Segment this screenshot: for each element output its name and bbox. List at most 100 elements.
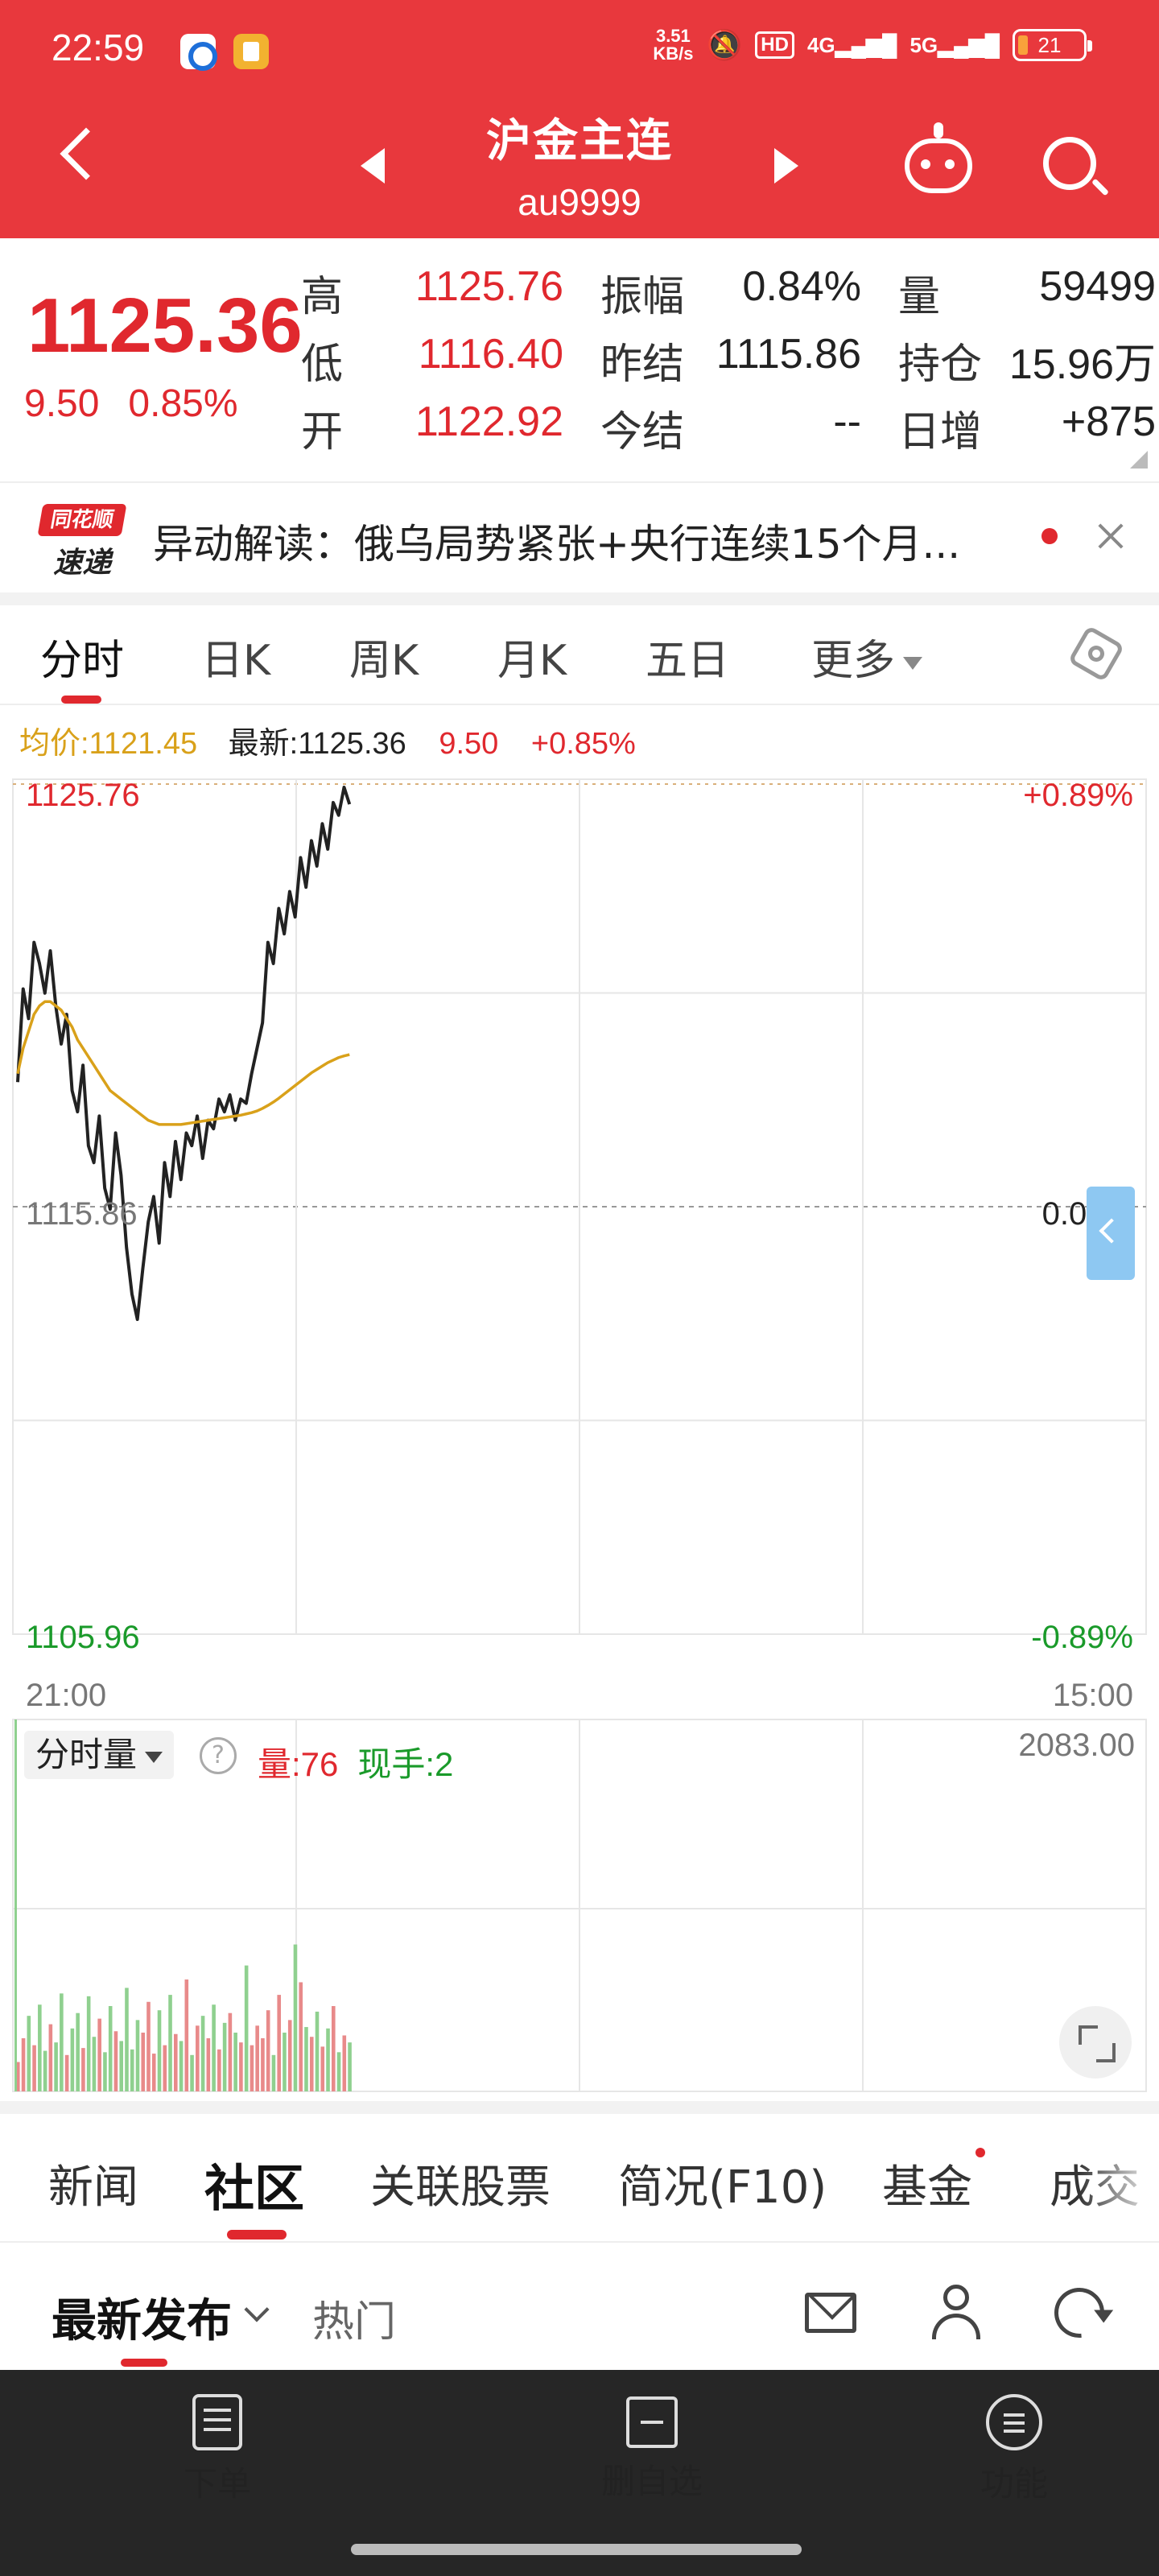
search-icon[interactable] [1043, 137, 1096, 190]
time-start: 21:00 [26, 1678, 107, 1713]
status-time: 22:59 [52, 27, 145, 68]
axis-mid-price: 1115.86 [26, 1196, 138, 1232]
tab-community[interactable]: 社区 [204, 2148, 304, 2220]
volume-bar [196, 2025, 200, 2091]
sub-tab-latest[interactable]: 最新发布 [52, 2285, 232, 2350]
volume-bar [179, 2041, 184, 2091]
low-value: 1116.40 [418, 331, 563, 378]
volume-bar [81, 2048, 85, 2091]
order-button[interactable]: 下单 [137, 2394, 298, 2506]
net-speed-unit: KB/s [653, 43, 694, 64]
signal-icon: ▂▄▆█ [835, 32, 897, 57]
price-lines [16, 786, 352, 1321]
fullscreen-icon[interactable] [1059, 2006, 1132, 2079]
volume-bar [43, 2050, 47, 2091]
volume-bar [32, 2045, 36, 2091]
user-icon[interactable] [932, 2285, 980, 2339]
notes-notification-icon [233, 34, 269, 69]
volume-bar [271, 2054, 276, 2091]
volume-bar [119, 2041, 124, 2091]
volume-bar [70, 2028, 75, 2091]
volume-bar [261, 2037, 265, 2091]
volume-bar [54, 2042, 58, 2091]
tab-daily-k[interactable]: 日K [201, 626, 270, 687]
robot-assistant-icon[interactable] [905, 122, 972, 193]
volume-bar [342, 2035, 347, 2091]
app-notification-icon [180, 34, 217, 71]
chart-side-handle[interactable] [1087, 1187, 1135, 1280]
home-indicator[interactable] [351, 2544, 802, 2555]
volume-bar [141, 2033, 146, 2091]
time-end: 15:00 [1052, 1678, 1133, 1713]
mail-icon[interactable] [805, 2293, 856, 2333]
unread-dot [1041, 528, 1058, 544]
sub-tab-hot[interactable]: 热门 [312, 2288, 396, 2348]
news-logo-top: 同花顺 [37, 504, 127, 536]
volume-bar [206, 2037, 211, 2091]
net-speed: 3.51 KB/s [653, 27, 693, 63]
chevron-down-icon [145, 1751, 163, 1763]
news-headline[interactable]: 异动解读：俄乌局势紧张+央行连续15个月... [153, 512, 960, 570]
volume-bar [239, 2042, 243, 2091]
volume-bar [64, 2054, 69, 2091]
tab-news[interactable]: 新闻 [48, 2151, 138, 2216]
axis-top-pct: +0.89% [1023, 778, 1133, 813]
volume-bar [113, 2031, 118, 2091]
intraday-chart[interactable] [0, 757, 1159, 2093]
network-5g: 5G▂▄▆█ [909, 33, 1000, 58]
next-contract-icon[interactable] [774, 148, 798, 184]
volume-bar [309, 2037, 314, 2091]
change-percent: 0.85% [128, 382, 238, 425]
tab-monthly-k[interactable]: 月K [497, 626, 567, 687]
price-line [16, 786, 352, 1321]
volume-current: 量:76 [258, 1745, 339, 1783]
volume-bar [135, 2020, 140, 2091]
volume-bar [217, 2049, 221, 2091]
remove-icon [626, 2396, 678, 2448]
signal-icon: ▂▄▆█ [938, 32, 1000, 57]
tab-weekly-k[interactable]: 周K [349, 626, 419, 687]
expand-corner-icon[interactable] [1130, 451, 1148, 469]
legend-avg: 均价:1121.45 [19, 727, 198, 761]
tab-five-day[interactable]: 五日 [645, 626, 729, 687]
battery-level: 21 [1037, 32, 1062, 57]
volume-bar [320, 2046, 325, 2091]
volume-type-dropdown[interactable]: 分时量 [24, 1731, 175, 1779]
volume-label: 量 [898, 273, 941, 321]
tab-related-stocks[interactable]: 关联股票 [370, 2151, 551, 2216]
remove-watchlist-button[interactable]: 删自选 [571, 2394, 732, 2504]
hd-badge: HD [755, 31, 794, 59]
volume-bar [244, 1965, 249, 2091]
news-logo: 同花顺 速递 [37, 504, 127, 580]
volume-bar [250, 2045, 254, 2091]
volume-hand: 现手:2 [357, 1745, 454, 1783]
functions-label: 功能 [980, 2464, 1048, 2504]
prev-contract-icon[interactable] [361, 148, 385, 184]
functions-button[interactable]: 功能 [934, 2394, 1095, 2506]
volume-bar [168, 1995, 172, 2091]
chevron-down-icon [903, 657, 923, 670]
page-subtitle: au9999 [518, 181, 641, 223]
volume-bar [48, 2024, 53, 2091]
volume-bar [125, 1988, 129, 2091]
tab-more[interactable]: 更多 [811, 626, 923, 687]
high-value: 1125.76 [415, 263, 563, 310]
back-icon[interactable] [60, 127, 113, 180]
volume-bar [266, 2010, 270, 2091]
help-icon[interactable]: ? [200, 1737, 237, 1774]
low-label: 低 [301, 341, 344, 389]
current-price: 1125.36 [27, 283, 303, 369]
mute-bell-icon: 🔕 [706, 28, 743, 61]
volume-bar [86, 1996, 91, 2091]
volume-bar [233, 2033, 237, 2091]
avg-price-line [16, 1000, 350, 1126]
volume-bar [163, 2045, 167, 2091]
close-icon[interactable] [1095, 520, 1127, 552]
prev-settle-value: 1115.86 [716, 331, 861, 378]
tab-fund[interactable]: 基金 [882, 2151, 972, 2216]
volume-bar [14, 1719, 17, 2091]
tab-more-label: 更多 [811, 637, 896, 685]
tab-f10[interactable]: 简况(F10) [618, 2151, 827, 2216]
tab-intraday[interactable]: 分时 [40, 626, 124, 687]
volume-bar [315, 2011, 320, 2091]
